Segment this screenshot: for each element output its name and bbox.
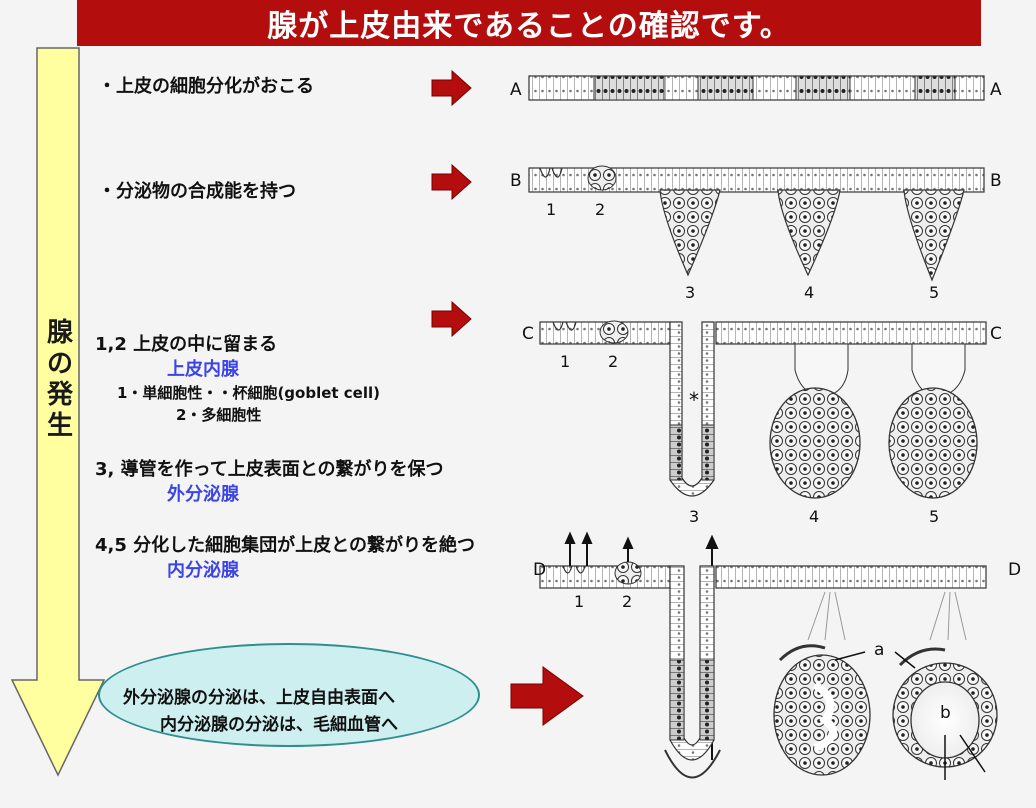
diagram-num-c4: 4 (809, 507, 820, 526)
diagram-num-d1: 1 (574, 592, 585, 611)
epithelium-row-d (539, 565, 671, 589)
diagram-label-c-right: C (990, 324, 1002, 344)
diagram-label-b-left: B (510, 171, 522, 191)
diagram-num-b3: 3 (685, 283, 696, 302)
diagram-label-d-left: D (533, 560, 547, 580)
diagram-num-b2: 2 (595, 200, 606, 219)
diagram-star: * (689, 388, 699, 412)
diagram-num-b1: 1 (546, 200, 557, 219)
diagram-label-b-small: b (940, 703, 951, 723)
diagram-label-a-right: A (990, 80, 1002, 100)
diagram-num-d2: 2 (622, 592, 633, 611)
diagram-label-d-right: D (1008, 560, 1022, 580)
diagram-label-b-right: B (990, 171, 1002, 191)
diagram-label-c-left: C (522, 324, 534, 344)
diagram-num-c3: 3 (689, 507, 700, 526)
gland-diagram (431, 69, 998, 780)
diagram-label-a-small: a (874, 640, 885, 660)
diagram-num-c5: 5 (929, 507, 940, 526)
diagram-num-b4: 4 (804, 283, 815, 302)
diagram-num-b5: 5 (929, 283, 940, 302)
diagram-num-c2: 2 (608, 352, 619, 371)
diagram-label-a-left: A (510, 80, 522, 100)
diagram-num-c1: 1 (560, 352, 571, 371)
